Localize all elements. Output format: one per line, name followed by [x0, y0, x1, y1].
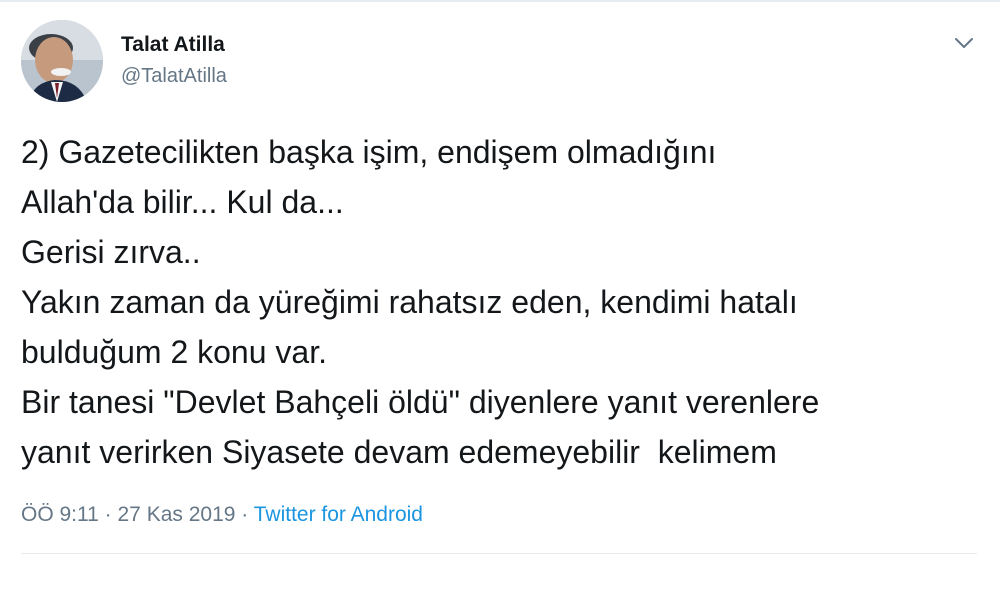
tweet-text-line: Allah'da bilir... Kul da...: [21, 184, 344, 220]
avatar[interactable]: [21, 20, 103, 102]
tweet-time[interactable]: ÖÖ 9:11: [21, 503, 99, 526]
tweet-text-line: bulduğum 2 konu var.: [21, 334, 327, 370]
author-display-name[interactable]: Talat Atilla: [121, 33, 227, 57]
meta-separator: ·: [98, 503, 118, 526]
author-handle[interactable]: @TalatAtilla: [121, 64, 227, 88]
tweet-text: 2) Gazetecilikten başka işim, endişem ol…: [21, 127, 981, 477]
tweet-text-line: yanıt verirken Siyasete devam edemeyebil…: [21, 434, 777, 470]
tweet-text-line: Bir tanesi "Devlet Bahçeli öldü" diyenle…: [21, 384, 820, 420]
author-block: Talat Atilla @TalatAtilla: [121, 33, 227, 88]
tweet-date[interactable]: 27 Kas 2019: [118, 503, 236, 526]
meta-separator: ·: [235, 503, 254, 526]
tweet-text-line: 2) Gazetecilikten başka işim, endişem ol…: [21, 134, 717, 170]
tweet-meta: ÖÖ 9:11 · 27 Kas 2019 · Twitter for Andr…: [21, 500, 423, 530]
tweet-source-link[interactable]: Twitter for Android: [254, 503, 423, 526]
tweet-text-line: Yakın zaman da yüreğimi rahatsız eden, k…: [21, 284, 798, 320]
chevron-down-icon[interactable]: [952, 33, 976, 53]
bottom-divider: [21, 553, 977, 554]
tweet-text-line: Gerisi zırva..: [21, 234, 201, 270]
profile-photo: [21, 20, 103, 102]
tweet-card: Talat Atilla @TalatAtilla 2) Gazetecilik…: [0, 0, 1000, 600]
